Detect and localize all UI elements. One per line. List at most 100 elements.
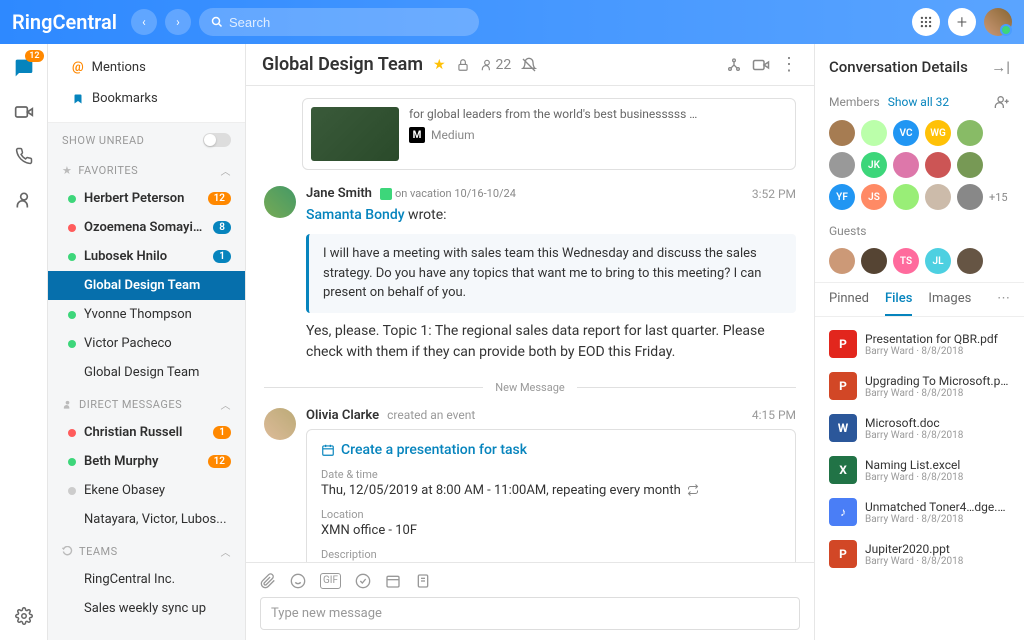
sidebar-list-item[interactable]: Victor Pacheco (48, 329, 245, 358)
member-avatar[interactable] (829, 152, 855, 178)
attach-icon[interactable] (260, 573, 276, 589)
member-avatar[interactable]: VC (893, 120, 919, 146)
item-label: Beth Murphy (84, 454, 200, 469)
add-member-icon[interactable] (994, 94, 1010, 110)
rail-contacts-icon[interactable] (12, 188, 36, 212)
link-preview-card[interactable]: for global leaders from the world's best… (302, 98, 796, 170)
member-avatar[interactable] (925, 184, 951, 210)
collapse-icon[interactable]: →| (991, 58, 1010, 76)
video-call-icon[interactable] (752, 56, 770, 74)
file-item[interactable]: PPresentation for QBR.pdfBarry Ward · 8/… (815, 323, 1024, 365)
message-item: Jane Smith on vacation 10/16-10/24 3:52 … (264, 186, 796, 363)
user-avatar[interactable] (984, 8, 1012, 36)
item-label: Ozoemena Somayina (84, 220, 205, 235)
sidebar-list-item[interactable]: Sales weekly sync up (48, 594, 245, 623)
event-icon[interactable] (385, 573, 401, 589)
sidebar-list-item[interactable]: Herbert Peterson12 (48, 184, 245, 213)
sidebar-list-item[interactable]: Beth Murphy12 (48, 447, 245, 476)
more-icon[interactable]: ⋮ (780, 54, 798, 75)
tab-files[interactable]: Files (885, 291, 912, 316)
dm-header[interactable]: DIRECT MESSAGES ︿ (48, 387, 245, 418)
tab-pinned[interactable]: Pinned (829, 291, 869, 316)
member-avatar[interactable] (925, 152, 951, 178)
presence-dot (68, 487, 76, 495)
file-item[interactable]: XNaming List.excelBarry Ward · 8/8/2018 (815, 449, 1024, 491)
sidebar-list-item[interactable]: Yvonne Thompson (48, 300, 245, 329)
sidebar-list-item[interactable]: RingCentral Inc. (48, 565, 245, 594)
member-avatar[interactable] (957, 184, 983, 210)
tabs-more-icon[interactable]: ⋯ (997, 291, 1010, 316)
sidebar-list-item[interactable]: Global Design Team (48, 358, 245, 387)
avatar[interactable] (264, 408, 296, 440)
guest-avatar[interactable]: TS (893, 248, 919, 274)
dialpad-button[interactable] (912, 8, 940, 36)
guest-avatar[interactable] (957, 248, 983, 274)
favorites-header[interactable]: ★ FAVORITES ︿ (48, 153, 245, 184)
integrations-icon[interactable] (726, 57, 742, 73)
favorites-label: FAVORITES (78, 164, 138, 177)
lock-icon[interactable] (456, 58, 470, 72)
show-all-link[interactable]: Show all 32 (888, 95, 949, 109)
show-unread-toggle[interactable] (203, 133, 231, 147)
guest-avatar[interactable]: JL (925, 248, 951, 274)
guest-avatar[interactable] (829, 248, 855, 274)
file-item[interactable]: WMicrosoft.docBarry Ward · 8/8/2018 (815, 407, 1024, 449)
file-item[interactable]: PJupiter2020.pptBarry Ward · 8/8/2018 (815, 533, 1024, 575)
avatar[interactable] (264, 186, 296, 218)
members-count[interactable]: 22 (480, 57, 512, 73)
calendar-icon (321, 443, 335, 457)
item-label: RingCentral Inc. (84, 572, 231, 587)
unread-badge: 12 (208, 192, 231, 205)
task-icon[interactable] (355, 573, 371, 589)
quote-author[interactable]: Samanta Bondy (306, 207, 405, 223)
sidebar-list-item[interactable]: Lubosek Hnilo1 (48, 242, 245, 271)
tab-images[interactable]: Images (928, 291, 971, 316)
message-input[interactable]: Type new message (260, 597, 800, 630)
unread-badge: 1 (213, 250, 231, 263)
sidebar-list-item[interactable]: Ozoemena Somayina8 (48, 213, 245, 242)
member-avatar[interactable]: JS (861, 184, 887, 210)
note-icon[interactable] (415, 573, 431, 589)
mute-icon[interactable] (521, 57, 537, 73)
member-avatar[interactable] (957, 152, 983, 178)
member-avatar[interactable] (861, 120, 887, 146)
guest-avatar[interactable] (861, 248, 887, 274)
presence-dot (68, 340, 76, 348)
message-text: Yes, please. Topic 1: The regional sales… (306, 321, 796, 363)
member-avatar[interactable]: JK (861, 152, 887, 178)
sidebar-list-item[interactable]: Christian Russell1 (48, 418, 245, 447)
rail-settings-icon[interactable] (12, 604, 36, 628)
nav-back-button[interactable]: ‹ (131, 9, 157, 35)
file-item[interactable]: PUpgrading To Microsoft.pptBarry Ward · … (815, 365, 1024, 407)
emoji-icon[interactable] (290, 573, 306, 589)
search-box[interactable] (199, 8, 479, 36)
sidebar-list-item[interactable]: Natayara, Victor, Lubos... (48, 505, 245, 534)
file-item[interactable]: ♪Unmatched Toner4…dge.mp4Barry Ward · 8/… (815, 491, 1024, 533)
item-label: Sales weekly sync up (84, 601, 231, 616)
sidebar-list-item[interactable]: Global Design Team (48, 271, 245, 300)
rail-chat-icon[interactable]: 12 (12, 56, 36, 80)
member-avatar[interactable]: WG (925, 120, 951, 146)
member-avatar[interactable]: YF (829, 184, 855, 210)
file-name: Naming List.excel (865, 458, 1010, 472)
event-card[interactable]: Create a presentation for task Date & ti… (306, 429, 796, 563)
member-avatar[interactable] (893, 184, 919, 210)
file-name: Microsoft.doc (865, 416, 1010, 430)
gif-icon[interactable]: GIF (320, 573, 341, 589)
nav-forward-button[interactable]: › (165, 9, 191, 35)
sidebar-list-item[interactable]: Ekene Obasey (48, 476, 245, 505)
sidebar-mentions[interactable]: @ Mentions (58, 52, 235, 83)
new-button[interactable]: + (948, 8, 976, 36)
member-avatar[interactable] (957, 120, 983, 146)
rail-phone-icon[interactable] (12, 144, 36, 168)
more-members[interactable]: +15 (989, 184, 1008, 210)
favorite-star-icon[interactable]: ★ (433, 57, 446, 73)
member-avatar[interactable] (893, 152, 919, 178)
event-title-row: Create a presentation for task (321, 442, 781, 458)
sidebar-bookmarks[interactable]: Bookmarks (58, 83, 235, 114)
rail-video-icon[interactable] (12, 100, 36, 124)
search-input[interactable] (229, 15, 467, 30)
teams-header[interactable]: TEAMS ︿ (48, 534, 245, 565)
member-avatar[interactable] (829, 120, 855, 146)
item-label: Yvonne Thompson (84, 307, 231, 322)
